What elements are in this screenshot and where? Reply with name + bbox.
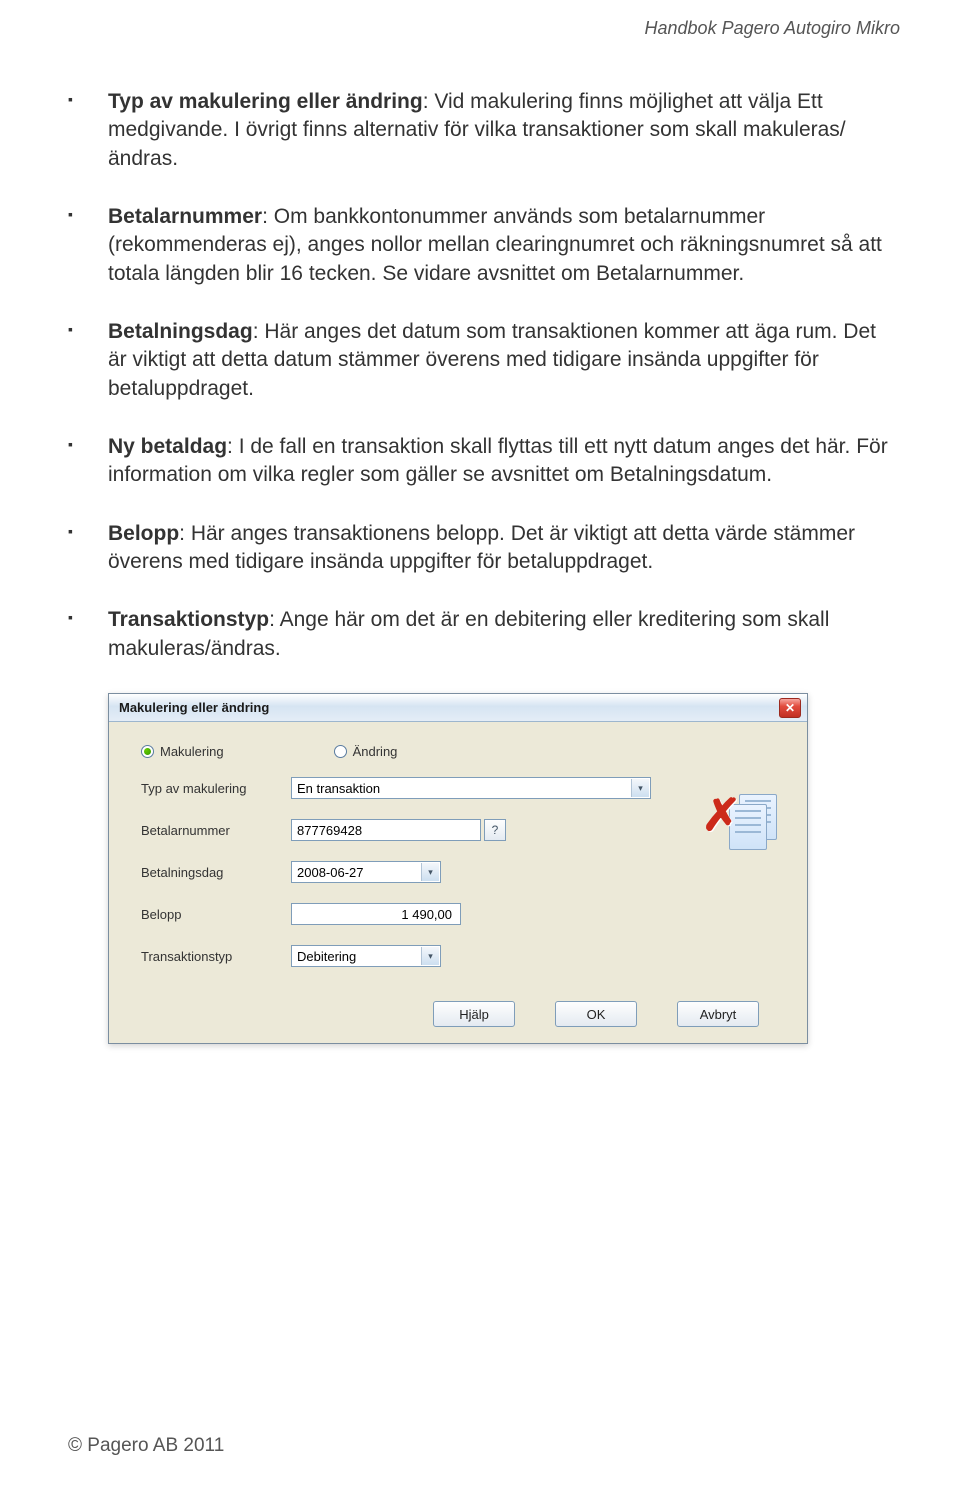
help-button[interactable]: Hjälp [433, 1001, 515, 1027]
radio-label: Makulering [160, 744, 224, 759]
dialog-titlebar: Makulering eller ändring ✕ [109, 694, 807, 722]
bullet-item: Betalarnummer: Om bankkontonummer använd… [68, 203, 900, 288]
dialog-window: Makulering eller ändring ✕ Makulering Än… [108, 693, 808, 1044]
main-content: Typ av makulering eller ändring: Vid mak… [68, 88, 900, 1044]
term-text: : Här anges transaktionens belopp. Det ä… [108, 522, 855, 573]
help-icon-button[interactable]: ? [484, 819, 506, 841]
dialog-button-row: Hjälp OK Avbryt [127, 993, 789, 1029]
row-betalarnummer: Betalarnummer 877769428 ? [141, 819, 789, 841]
bullet-item: Betalningsdag: Här anges det datum som t… [68, 318, 900, 403]
page-header: Handbok Pagero Autogiro Mikro [645, 18, 900, 39]
bullet-item: Ny betaldag: I de fall en transaktion sk… [68, 433, 900, 490]
cancel-document-icon: ✗ [709, 788, 777, 850]
radio-label: Ändring [353, 744, 398, 759]
label-transtyp: Transaktionstyp [141, 949, 291, 964]
ok-button[interactable]: OK [555, 1001, 637, 1027]
page-footer: © Pagero AB 2011 [68, 1435, 224, 1457]
radio-andring[interactable]: Ändring [334, 744, 398, 759]
term: Transaktionstyp [108, 608, 269, 631]
row-belopp: Belopp 1 490,00 [141, 903, 789, 925]
close-button[interactable]: ✕ [779, 698, 801, 718]
dialog-title: Makulering eller ändring [119, 700, 269, 715]
label-betalningsdag: Betalningsdag [141, 865, 291, 880]
bullet-item: Transaktionstyp: Ange här om det är en d… [68, 606, 900, 663]
combo-typ[interactable]: En transaktion ▾ [291, 777, 651, 799]
term: Typ av makulering eller ändring [108, 90, 423, 113]
row-betalningsdag: Betalningsdag 2008-06-27 ▾ [141, 861, 789, 883]
chevron-down-icon[interactable]: ▾ [421, 863, 439, 881]
term: Betalningsdag [108, 320, 253, 343]
term: Belopp [108, 522, 179, 545]
red-x-icon: ✗ [701, 790, 742, 841]
label-typ: Typ av makulering [141, 781, 291, 796]
chevron-down-icon[interactable]: ▾ [631, 779, 649, 797]
combo-transtyp[interactable]: Debitering ▾ [291, 945, 441, 967]
input-betalarnummer[interactable]: 877769428 [291, 819, 481, 841]
term: Ny betaldag [108, 435, 227, 458]
term: Betalarnummer [108, 205, 262, 228]
chevron-down-icon[interactable]: ▾ [421, 947, 439, 965]
row-transtyp: Transaktionstyp Debitering ▾ [141, 945, 789, 967]
combo-value: En transaktion [297, 781, 380, 796]
radio-group: Makulering Ändring [141, 744, 789, 759]
dialog-body: Makulering Ändring Typ av makulering En … [109, 722, 807, 1043]
bullet-list: Typ av makulering eller ändring: Vid mak… [68, 88, 900, 663]
dialog-screenshot: Makulering eller ändring ✕ Makulering Än… [108, 693, 900, 1044]
combo-value: Debitering [297, 949, 356, 964]
amount-value: 1 490,00 [401, 907, 452, 922]
radio-icon [141, 745, 154, 758]
radio-icon [334, 745, 347, 758]
label-belopp: Belopp [141, 907, 291, 922]
bullet-item: Belopp: Här anges transaktionens belopp.… [68, 520, 900, 577]
input-belopp[interactable]: 1 490,00 [291, 903, 461, 925]
input-value: 877769428 [297, 823, 362, 838]
bullet-item: Typ av makulering eller ändring: Vid mak… [68, 88, 900, 173]
label-betalarnummer: Betalarnummer [141, 823, 291, 838]
row-typ: Typ av makulering En transaktion ▾ [141, 777, 789, 799]
radio-makulering[interactable]: Makulering [141, 744, 224, 759]
cancel-button[interactable]: Avbryt [677, 1001, 759, 1027]
date-value: 2008-06-27 [297, 865, 364, 880]
datepicker-betalningsdag[interactable]: 2008-06-27 ▾ [291, 861, 441, 883]
